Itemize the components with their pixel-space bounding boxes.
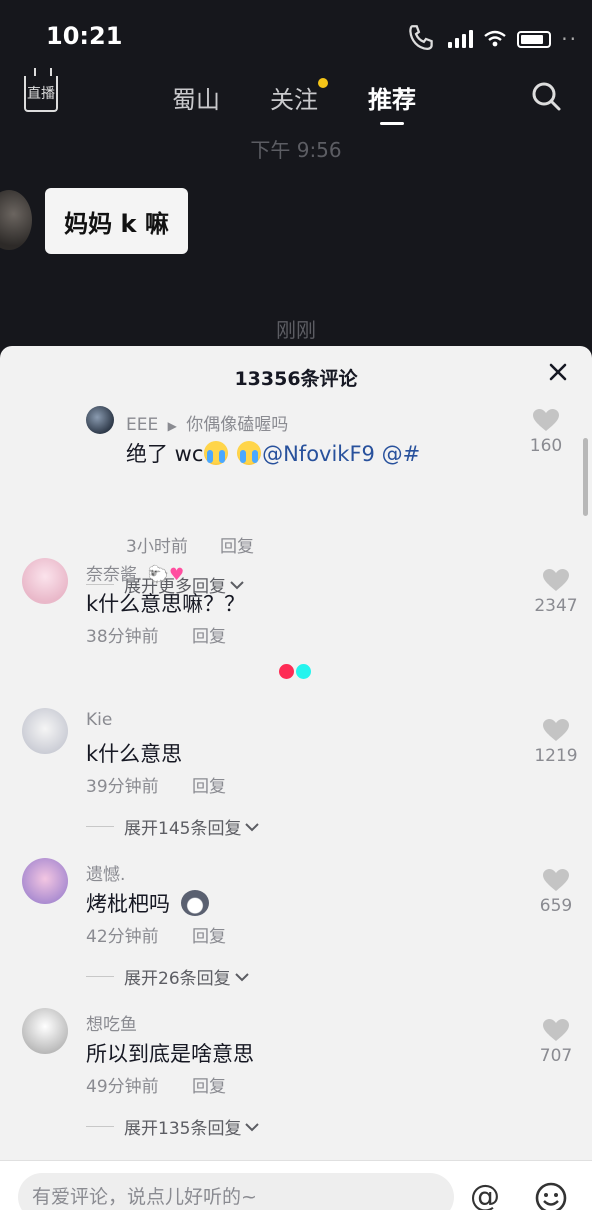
loader-dot-red	[279, 664, 294, 679]
tab-shushan[interactable]: 蜀山	[172, 80, 220, 115]
comment-input-bar: @	[0, 1160, 592, 1210]
wifi-icon	[484, 30, 507, 47]
status-bar: 10:21 ··	[0, 0, 592, 72]
expand-label: 展开135条回复	[124, 1119, 242, 1139]
battery-icon	[517, 30, 552, 48]
like-button[interactable]: 659	[526, 868, 586, 916]
comment-time: 42分钟前	[86, 927, 159, 947]
like-count: 707	[539, 1046, 573, 1066]
username[interactable]: 想吃鱼	[86, 1010, 137, 1035]
chevron-down-icon	[245, 822, 260, 831]
avatar[interactable]	[22, 1008, 68, 1054]
chevron-down-icon	[234, 972, 249, 981]
at-mention-icon[interactable]: @	[470, 1179, 500, 1210]
signal-icon	[448, 30, 474, 48]
avatar[interactable]	[86, 406, 114, 434]
heart-icon	[543, 869, 569, 891]
expand-replies-button[interactable]: 展开135条回复	[86, 1114, 260, 1139]
close-icon[interactable]	[548, 362, 568, 382]
like-count: 160	[529, 436, 563, 456]
crying-emoji-icon	[237, 441, 262, 465]
username[interactable]: Kie	[86, 710, 112, 730]
loader-dot-cyan	[296, 664, 311, 679]
loading-indicator	[279, 664, 311, 679]
comment-text[interactable]: k什么意思	[86, 738, 182, 768]
comment-text[interactable]: 绝了 wc @NfovikF9 @#	[126, 438, 420, 468]
tab-following[interactable]: 关注	[270, 78, 328, 115]
comment-text-prefix: 绝了 wc	[126, 442, 204, 466]
like-count: 1219	[534, 746, 578, 766]
reply-button[interactable]: 回复	[192, 622, 226, 647]
more-dots-icon: ··	[561, 27, 578, 51]
username-line[interactable]: 奈奈酱. 🐑♥	[86, 560, 184, 585]
avatar[interactable]	[22, 708, 68, 754]
comment-time: 3小时前	[126, 537, 188, 557]
reply-button[interactable]: 回复	[220, 532, 254, 557]
heart-icon	[543, 719, 569, 741]
divider-line	[86, 826, 114, 827]
reply-to-username: 你偶像磕喔吗	[186, 415, 289, 435]
heart-icon	[543, 569, 569, 591]
reply-button[interactable]: 回复	[192, 922, 226, 947]
husky-emoji-icon	[180, 890, 209, 916]
reply-arrow-icon: ▶	[167, 419, 177, 433]
divider-line	[86, 1126, 114, 1127]
reply-username-line[interactable]: EEE ▶ 你偶像磕喔吗	[126, 410, 288, 435]
comment-text[interactable]: 烤枇杷吗	[86, 888, 209, 918]
comment-text-body: 烤枇杷吗	[86, 892, 170, 916]
search-icon[interactable]	[530, 80, 562, 112]
phone-icon	[409, 25, 434, 51]
status-icons: ··	[404, 22, 578, 56]
like-count: 659	[539, 896, 573, 916]
username: 奈奈酱.	[86, 565, 143, 585]
live-button[interactable]: 直播	[24, 76, 58, 112]
avatar[interactable]	[22, 858, 68, 904]
chat-message-bubble[interactable]: 妈妈 k 嘛	[45, 188, 188, 254]
expand-replies-button[interactable]: 展开26条回复	[86, 964, 250, 989]
reply-button[interactable]: 回复	[192, 772, 226, 797]
expand-label: 展开145条回复	[124, 819, 242, 839]
heart-icon	[543, 1019, 569, 1041]
mention-link[interactable]: @NfovikF9 @#	[262, 442, 420, 466]
live-label: 直播	[27, 86, 55, 102]
tab-following-label: 关注	[270, 86, 318, 114]
status-time: 10:21	[46, 22, 123, 50]
divider-line	[86, 976, 114, 977]
comment-time: 49分钟前	[86, 1077, 159, 1097]
top-nav: 直播 蜀山 关注 推荐	[0, 72, 592, 125]
heart-emoji-icon: ♥	[168, 565, 185, 585]
username[interactable]: 遗憾.	[86, 860, 125, 885]
comment-count-title: 13356条评论	[234, 368, 358, 390]
chat-timestamp-recent: 刚刚	[276, 318, 316, 342]
like-button[interactable]: 2347	[526, 568, 586, 616]
expand-replies-button[interactable]: 展开145条回复	[86, 814, 260, 839]
like-button[interactable]: 160	[516, 408, 576, 456]
like-button[interactable]: 707	[526, 1018, 586, 1066]
comment-input[interactable]	[18, 1173, 454, 1210]
comment-text[interactable]: 所以到底是啥意思	[86, 1038, 254, 1068]
comment-sheet: 13356条评论 EEE ▶ 你偶像磕喔吗 绝了 wc @NfovikF9 @#…	[0, 346, 592, 1210]
heart-icon	[533, 409, 559, 431]
crying-emoji-icon	[204, 441, 229, 465]
sheep-emoji-icon: 🐑	[147, 565, 169, 585]
chevron-down-icon	[245, 1122, 260, 1131]
notification-dot	[318, 78, 328, 88]
tab-recommend[interactable]: 推荐	[368, 80, 416, 125]
scrollbar[interactable]	[583, 438, 588, 516]
comment-text[interactable]: k什么意思嘛？？	[86, 588, 245, 618]
comment-time: 38分钟前	[86, 627, 159, 647]
chat-timestamp: 下午 9:56	[250, 138, 342, 162]
comment-time: 39分钟前	[86, 777, 159, 797]
like-count: 2347	[534, 596, 578, 616]
avatar[interactable]	[0, 190, 32, 250]
emoji-picker-icon[interactable]	[534, 1181, 568, 1210]
avatar[interactable]	[22, 558, 68, 604]
username: EEE	[126, 415, 159, 435]
expand-label: 展开26条回复	[124, 969, 231, 989]
like-button[interactable]: 1219	[526, 718, 586, 766]
reply-button[interactable]: 回复	[192, 1072, 226, 1097]
